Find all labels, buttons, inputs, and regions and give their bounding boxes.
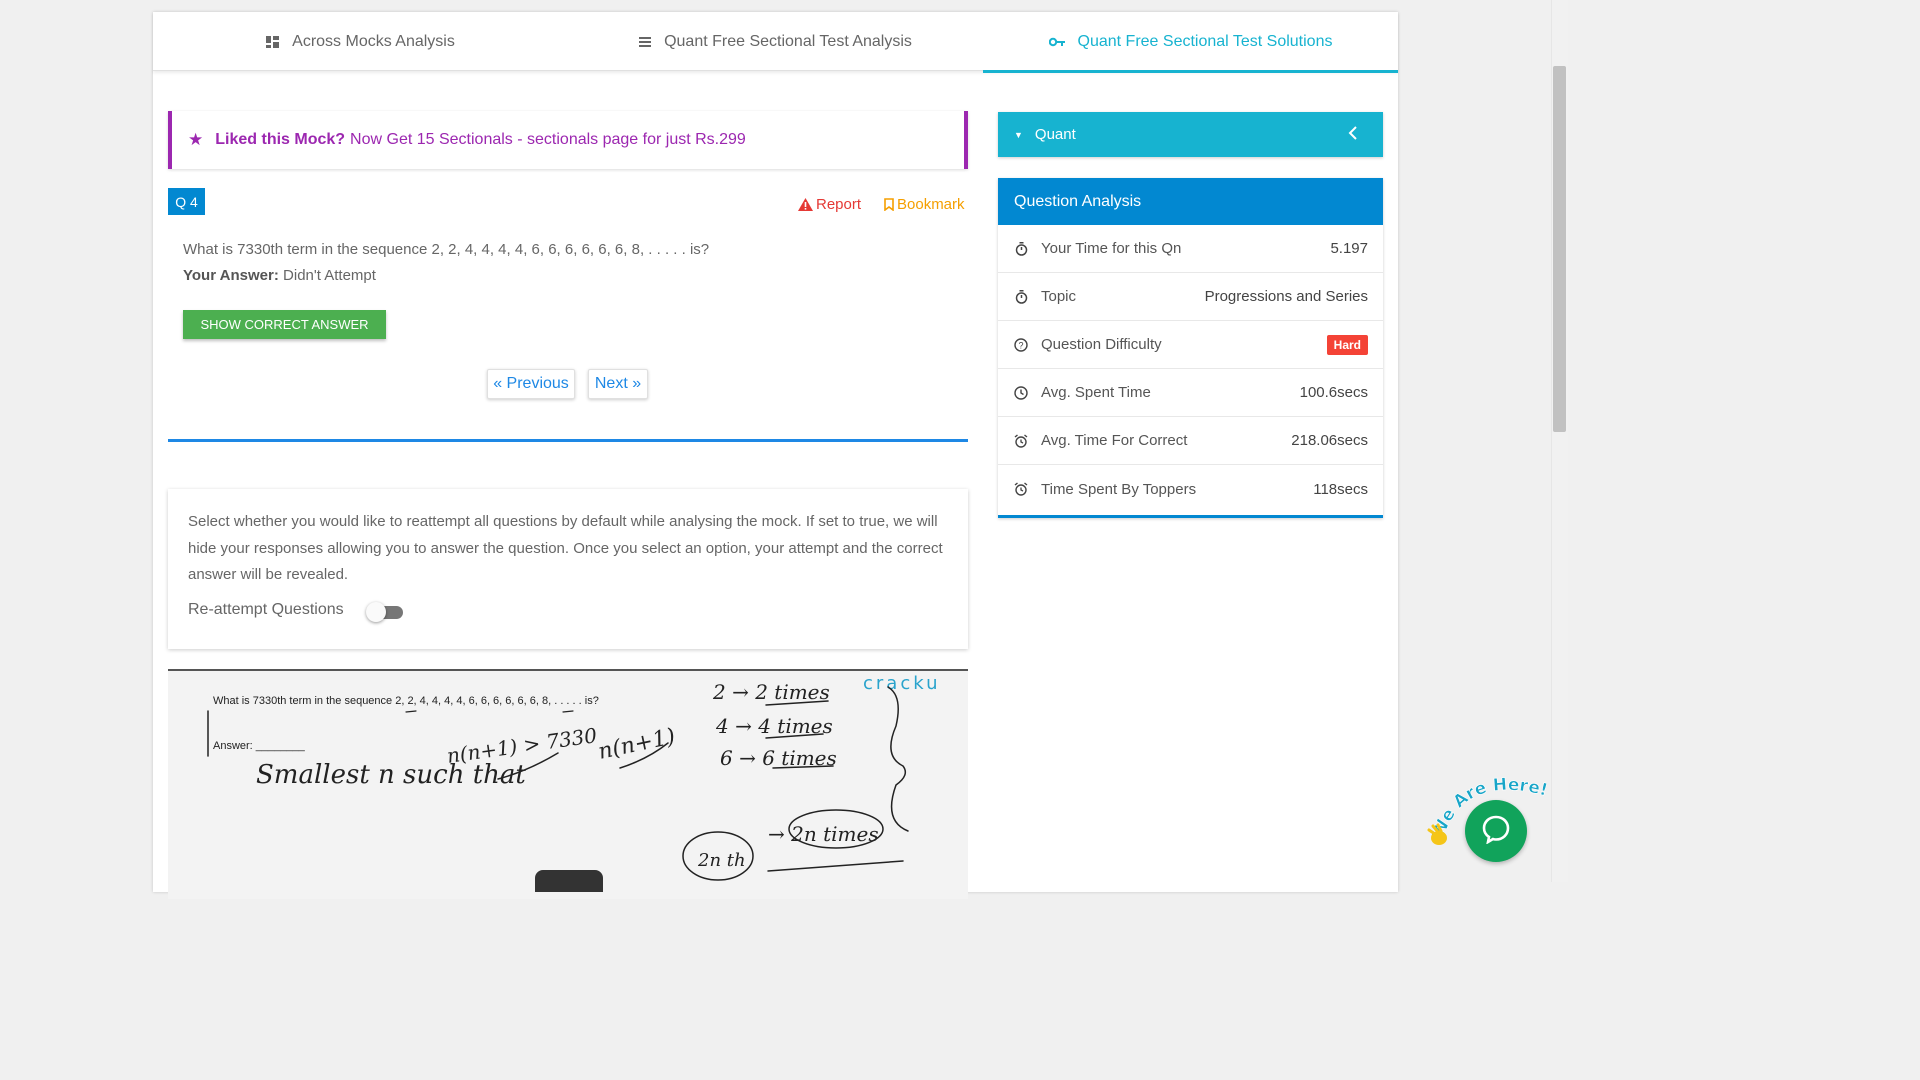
bookmark-button[interactable]: Bookmark: [884, 196, 965, 213]
your-answer-label: Your Answer:: [183, 267, 279, 284]
analysis-row-avg-correct: Avg. Time For Correct 218.06secs: [998, 417, 1383, 465]
tab-label: Quant Free Sectional Test Analysis: [664, 32, 912, 50]
analysis-row-your-time: Your Time for this Qn 5.197: [998, 225, 1383, 273]
bookmark-icon: [884, 198, 894, 211]
difficulty-badge: Hard: [1326, 334, 1368, 355]
stopwatch-icon: [1013, 241, 1029, 256]
tab-bar: Across Mocks Analysis Quant Free Section…: [153, 12, 1398, 73]
chat-widget[interactable]: We Are Here!: [1423, 770, 1563, 870]
report-button[interactable]: Report: [798, 196, 861, 213]
tab-label: Across Mocks Analysis: [292, 32, 455, 50]
analysis-value: 118secs: [1313, 480, 1368, 498]
report-label: Report: [816, 196, 862, 213]
analysis-value: 100.6secs: [1299, 384, 1368, 401]
question-circle-icon: ?: [1013, 337, 1029, 352]
page-container: Across Mocks Analysis Quant Free Section…: [153, 12, 1398, 899]
quant-section-dropdown[interactable]: ▼ Quant: [998, 112, 1383, 157]
analysis-label: Topic: [1041, 288, 1077, 305]
warning-icon: [798, 198, 813, 211]
handwriting-6-times: 6 → 6 times: [720, 746, 837, 770]
next-button[interactable]: Next »: [588, 369, 648, 399]
analysis-row-topic: Topic Progressions and Series: [998, 273, 1383, 321]
star-icon: ★: [188, 130, 204, 149]
question-number-badge: Q 4: [168, 188, 205, 215]
reattempt-label: Re-attempt Questions: [188, 601, 344, 618]
analysis-value: Progressions and Series: [1204, 288, 1368, 305]
handwriting-2n-th: 2n th: [697, 850, 746, 871]
solution-video-frame[interactable]: What is 7330th term in the sequence 2, 2…: [168, 669, 968, 899]
stopwatch-icon: [1013, 289, 1029, 304]
caret-down-icon: ▼: [1014, 129, 1023, 140]
chat-button[interactable]: [1465, 800, 1527, 862]
alarm-icon: [1013, 482, 1029, 496]
reattempt-toggle[interactable]: [366, 602, 403, 622]
analysis-label: Time Spent By Toppers: [1041, 480, 1197, 498]
promo-bold-text: Liked this Mock?: [215, 131, 346, 148]
analysis-label: Avg. Spent Time: [1041, 384, 1151, 401]
question-text: What is 7330th term in the sequence 2, 2…: [183, 241, 710, 258]
reattempt-card: Select whether you would like to reattem…: [168, 489, 968, 649]
page-scrollbar[interactable]: [1551, 0, 1568, 882]
handwriting-2n-times: → 2n times: [768, 822, 879, 846]
toggle-knob: [366, 602, 386, 622]
video-control-handle[interactable]: [535, 870, 603, 892]
your-answer: Your Answer: Didn't Attempt: [183, 267, 376, 284]
dashboard-icon: [266, 35, 280, 48]
handwriting-2-times: 2 → 2 times: [712, 680, 830, 704]
quant-label: Quant: [1034, 126, 1076, 143]
handwriting-drawing: Smallest n such that n(n+1) > 7330 n(n+1…: [207, 680, 909, 881]
key-icon: [1048, 37, 1065, 47]
svg-text:?: ?: [1018, 340, 1023, 350]
analysis-value: 218.06secs: [1291, 432, 1368, 449]
analysis-value: 5.197: [1330, 240, 1368, 257]
bookmark-label: Bookmark: [897, 196, 965, 213]
chevron-left-icon[interactable]: [1348, 125, 1358, 145]
section-divider: [168, 439, 968, 442]
clock-icon: [1013, 385, 1029, 400]
analysis-label: Avg. Time For Correct: [1041, 432, 1188, 449]
tab-sectional-test-solutions[interactable]: Quant Free Sectional Test Solutions: [983, 12, 1398, 73]
chat-bubble-icon: [1481, 814, 1511, 849]
list-icon: [639, 36, 652, 47]
tab-label: Quant Free Sectional Test Solutions: [1077, 32, 1333, 50]
question-analysis-title: Question Analysis: [998, 178, 1383, 225]
analysis-label: Your Time for this Qn: [1041, 240, 1182, 257]
scrollbar-thumb[interactable]: [1553, 66, 1566, 432]
promo-banner[interactable]: ★ Liked this Mock? Now Get 15 Sectionals…: [168, 111, 968, 169]
handwriting-4-times: 4 → 4 times: [715, 714, 833, 738]
show-correct-answer-button[interactable]: SHOW CORRECT ANSWER: [183, 310, 386, 339]
alarm-icon: [1013, 433, 1029, 448]
tab-across-mocks-analysis[interactable]: Across Mocks Analysis: [153, 12, 568, 71]
your-answer-value: Didn't Attempt: [283, 267, 376, 284]
handwriting-smallest-n: Smallest n such that: [256, 760, 526, 790]
analysis-label: Question Difficulty: [1041, 336, 1162, 353]
reattempt-description: Select whether you would like to reattem…: [188, 513, 943, 583]
question-analysis-panel: Question Analysis Your Time for this Qn …: [998, 178, 1383, 518]
analysis-row-avg-spent: Avg. Spent Time 100.6secs: [998, 369, 1383, 417]
analysis-row-toppers: Time Spent By Toppers 118secs: [998, 465, 1383, 513]
promo-link[interactable]: Now Get 15 Sectionals - sectionals page …: [350, 131, 746, 149]
handwriting-nn1: n(n+1): [596, 724, 677, 765]
analysis-row-difficulty: ? Question Difficulty Hard: [998, 321, 1383, 369]
previous-button[interactable]: « Previous: [487, 369, 575, 399]
tab-sectional-test-analysis[interactable]: Quant Free Sectional Test Analysis: [568, 12, 983, 71]
